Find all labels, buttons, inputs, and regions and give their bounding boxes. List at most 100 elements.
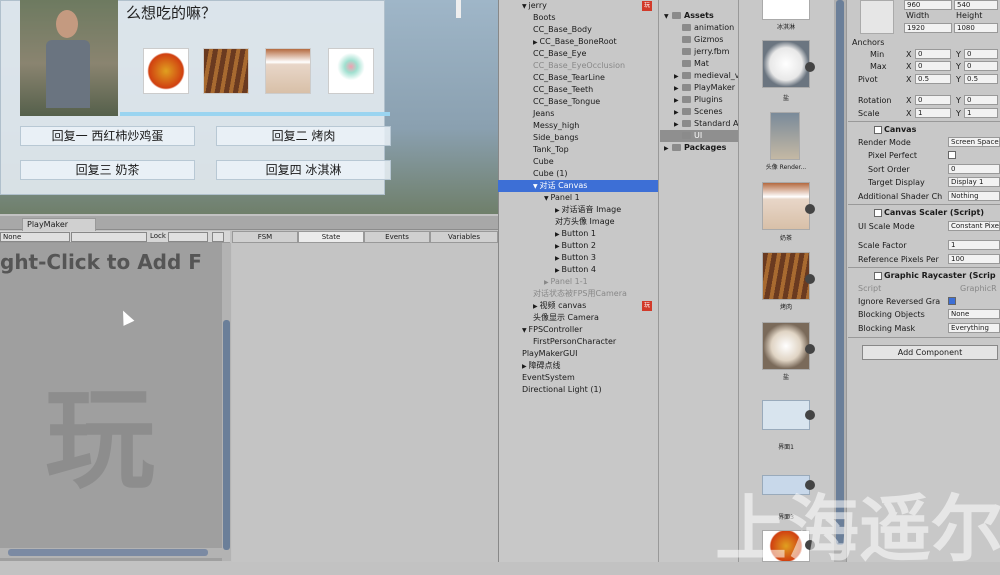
project-folder-item[interactable]: ▶ Scenes xyxy=(660,106,738,118)
reference-ppu-field[interactable]: 100 xyxy=(948,254,1000,264)
target-display-dropdown[interactable]: Display 1 xyxy=(948,177,1000,187)
play-icon[interactable] xyxy=(805,410,815,420)
anchors-label[interactable]: Anchors xyxy=(852,38,884,47)
height-field[interactable]: 540 xyxy=(954,0,998,10)
hierarchy-item[interactable]: Directional Light (1) xyxy=(498,384,658,396)
hierarchy-item[interactable]: Tank_Top xyxy=(498,144,658,156)
hierarchy-item[interactable]: ▶ 对话语音 Image xyxy=(498,204,658,216)
hierarchy-item[interactable]: ▼ Panel 1 xyxy=(498,192,658,204)
hierarchy-item[interactable]: Boots xyxy=(498,12,658,24)
hierarchy-item[interactable]: Cube xyxy=(498,156,658,168)
project-folder-item[interactable]: Gizmos xyxy=(660,34,738,46)
width-field-2[interactable]: 1920 xyxy=(904,23,952,33)
project-folder-item[interactable]: ▼ Assets xyxy=(660,10,738,22)
scale-factor-field[interactable]: 1 xyxy=(948,240,1000,250)
max-x-field[interactable]: 0 xyxy=(915,61,951,71)
canvas-scaler-checkbox[interactable] xyxy=(874,209,882,217)
hierarchy-item[interactable]: Jeans xyxy=(498,108,658,120)
raycaster-checkbox[interactable] xyxy=(874,272,882,280)
asset-thumbnail[interactable] xyxy=(762,40,810,88)
hierarchy-item[interactable]: ▶ 视频 canvas 玩 xyxy=(498,300,658,312)
hierarchy-item[interactable]: CC_Base_Eye xyxy=(498,48,658,60)
play-icon[interactable] xyxy=(805,204,815,214)
height-field-2[interactable]: 1080 xyxy=(954,23,998,33)
hierarchy-item[interactable]: ▼ jerry 玩 xyxy=(498,0,658,12)
tab-events[interactable]: Events xyxy=(364,231,430,243)
hierarchy-item[interactable]: ▼ 对话 Canvas xyxy=(498,180,658,192)
graphic-raycaster-header[interactable]: Graphic Raycaster (Scrip xyxy=(884,271,996,280)
reply-button-3[interactable]: 回复三 奶茶 xyxy=(20,160,195,180)
hierarchy-item[interactable]: ▶ Button 2 xyxy=(498,240,658,252)
max-y-field[interactable]: 0 xyxy=(964,61,998,71)
hierarchy-item[interactable]: Messy_high xyxy=(498,120,658,132)
canvas-enabled-checkbox[interactable] xyxy=(874,126,882,134)
scale-x-field[interactable]: 1 xyxy=(915,108,951,118)
hierarchy-item[interactable]: CC_Base_EyeOcclusion xyxy=(498,60,658,72)
asset-thumbnail[interactable] xyxy=(762,252,810,300)
hierarchy-item[interactable]: ▶ 障碍点线 xyxy=(498,360,658,372)
hierarchy-item[interactable]: FirstPersonCharacter xyxy=(498,336,658,348)
blocking-mask-dropdown[interactable]: Everything xyxy=(948,323,1000,333)
hierarchy-item[interactable]: ▶ Button 3 xyxy=(498,252,658,264)
hierarchy-item[interactable]: CC_Base_Tongue xyxy=(498,96,658,108)
project-folder-item[interactable]: jerry.fbm xyxy=(660,46,738,58)
folder-arrow-icon[interactable]: ▶ xyxy=(664,143,672,155)
tab-playmaker[interactable]: PlayMaker xyxy=(22,218,96,231)
reply-button-1[interactable]: 回复一 西红柿炒鸡蛋 xyxy=(20,126,195,146)
hierarchy-item[interactable]: ▼ FPSController xyxy=(498,324,658,336)
hierarchy-item[interactable]: 对话状态被FPS用Camera xyxy=(498,288,658,300)
asset-thumbnail[interactable] xyxy=(762,0,810,20)
pivot-y-field[interactable]: 0.5 xyxy=(964,74,998,84)
tab-fsm[interactable]: FSM xyxy=(232,231,298,243)
project-folder-item[interactable]: UI xyxy=(660,130,738,142)
hierarchy-item[interactable]: Cube (1) xyxy=(498,168,658,180)
hierarchy-item[interactable]: EventSystem xyxy=(498,372,658,384)
asset-thumbnail[interactable] xyxy=(762,322,810,370)
ui-scale-mode-dropdown[interactable]: Constant Pixel xyxy=(948,221,1000,231)
reply-button-2[interactable]: 回复二 烤肉 xyxy=(216,126,391,146)
canvas-component-header[interactable]: Canvas xyxy=(884,125,916,134)
asset-thumbnail[interactable] xyxy=(770,112,800,160)
fsm-selector-dropdown[interactable]: None xyxy=(0,232,70,242)
state-selector-dropdown[interactable] xyxy=(71,232,147,242)
project-folder-item[interactable]: ▶ PlayMaker xyxy=(660,82,738,94)
project-folder-item[interactable]: ▶ Plugins xyxy=(660,94,738,106)
tab-state[interactable]: State xyxy=(298,231,364,243)
min-y-field[interactable]: 0 xyxy=(964,49,998,59)
hierarchy-item[interactable]: 头像显示 Camera xyxy=(498,312,658,324)
rotation-x-field[interactable]: 0 xyxy=(915,95,951,105)
hierarchy-item[interactable]: 对方头像 Image xyxy=(498,216,658,228)
pixel-perfect-checkbox[interactable] xyxy=(948,151,956,159)
hierarchy-item[interactable]: ▶ Button 4 xyxy=(498,264,658,276)
hierarchy-item[interactable]: CC_Base_Body xyxy=(498,24,658,36)
hierarchy-item[interactable]: ▶ CC_Base_BoneRoot xyxy=(498,36,658,48)
reply-button-4[interactable]: 回复四 冰淇淋 xyxy=(216,160,391,180)
rotation-y-field[interactable]: 0 xyxy=(964,95,998,105)
shader-channels-dropdown[interactable]: Nothing xyxy=(948,191,1000,201)
pivot-x-field[interactable]: 0.5 xyxy=(915,74,951,84)
graph-hscroll-thumb[interactable] xyxy=(8,549,208,556)
project-folder-item[interactable]: Mat xyxy=(660,58,738,70)
project-folder-item[interactable]: ▶ Standard A xyxy=(660,118,738,130)
hierarchy-item[interactable]: Side_bangs xyxy=(498,132,658,144)
tab-variables[interactable]: Variables xyxy=(430,231,498,243)
hierarchy-item[interactable]: ▶ Panel 1-1 xyxy=(498,276,658,288)
lock-toggle[interactable]: Lock xyxy=(150,232,166,240)
hierarchy-item[interactable]: ▶ Button 1 xyxy=(498,228,658,240)
play-icon[interactable] xyxy=(805,62,815,72)
lock-dropdown[interactable] xyxy=(168,232,208,242)
project-folder-item[interactable]: ▶ medieval_v xyxy=(660,70,740,82)
asset-thumbnail[interactable] xyxy=(762,400,810,430)
assets-scroll-thumb[interactable] xyxy=(836,0,844,545)
blocking-objects-dropdown[interactable]: None xyxy=(948,309,1000,319)
hierarchy-item[interactable]: CC_Base_Teeth xyxy=(498,84,658,96)
play-icon[interactable] xyxy=(805,344,815,354)
graph-scroll-thumb[interactable] xyxy=(223,320,230,550)
play-icon[interactable] xyxy=(805,274,815,284)
ignore-reversed-checkbox[interactable] xyxy=(948,297,956,305)
min-x-field[interactable]: 0 xyxy=(915,49,951,59)
project-folder-item[interactable]: ▶ Packages xyxy=(660,142,738,154)
asset-thumbnail[interactable] xyxy=(762,182,810,230)
hierarchy-item[interactable]: CC_Base_TearLine xyxy=(498,72,658,84)
hierarchy-item[interactable]: PlayMakerGUI xyxy=(498,348,658,360)
